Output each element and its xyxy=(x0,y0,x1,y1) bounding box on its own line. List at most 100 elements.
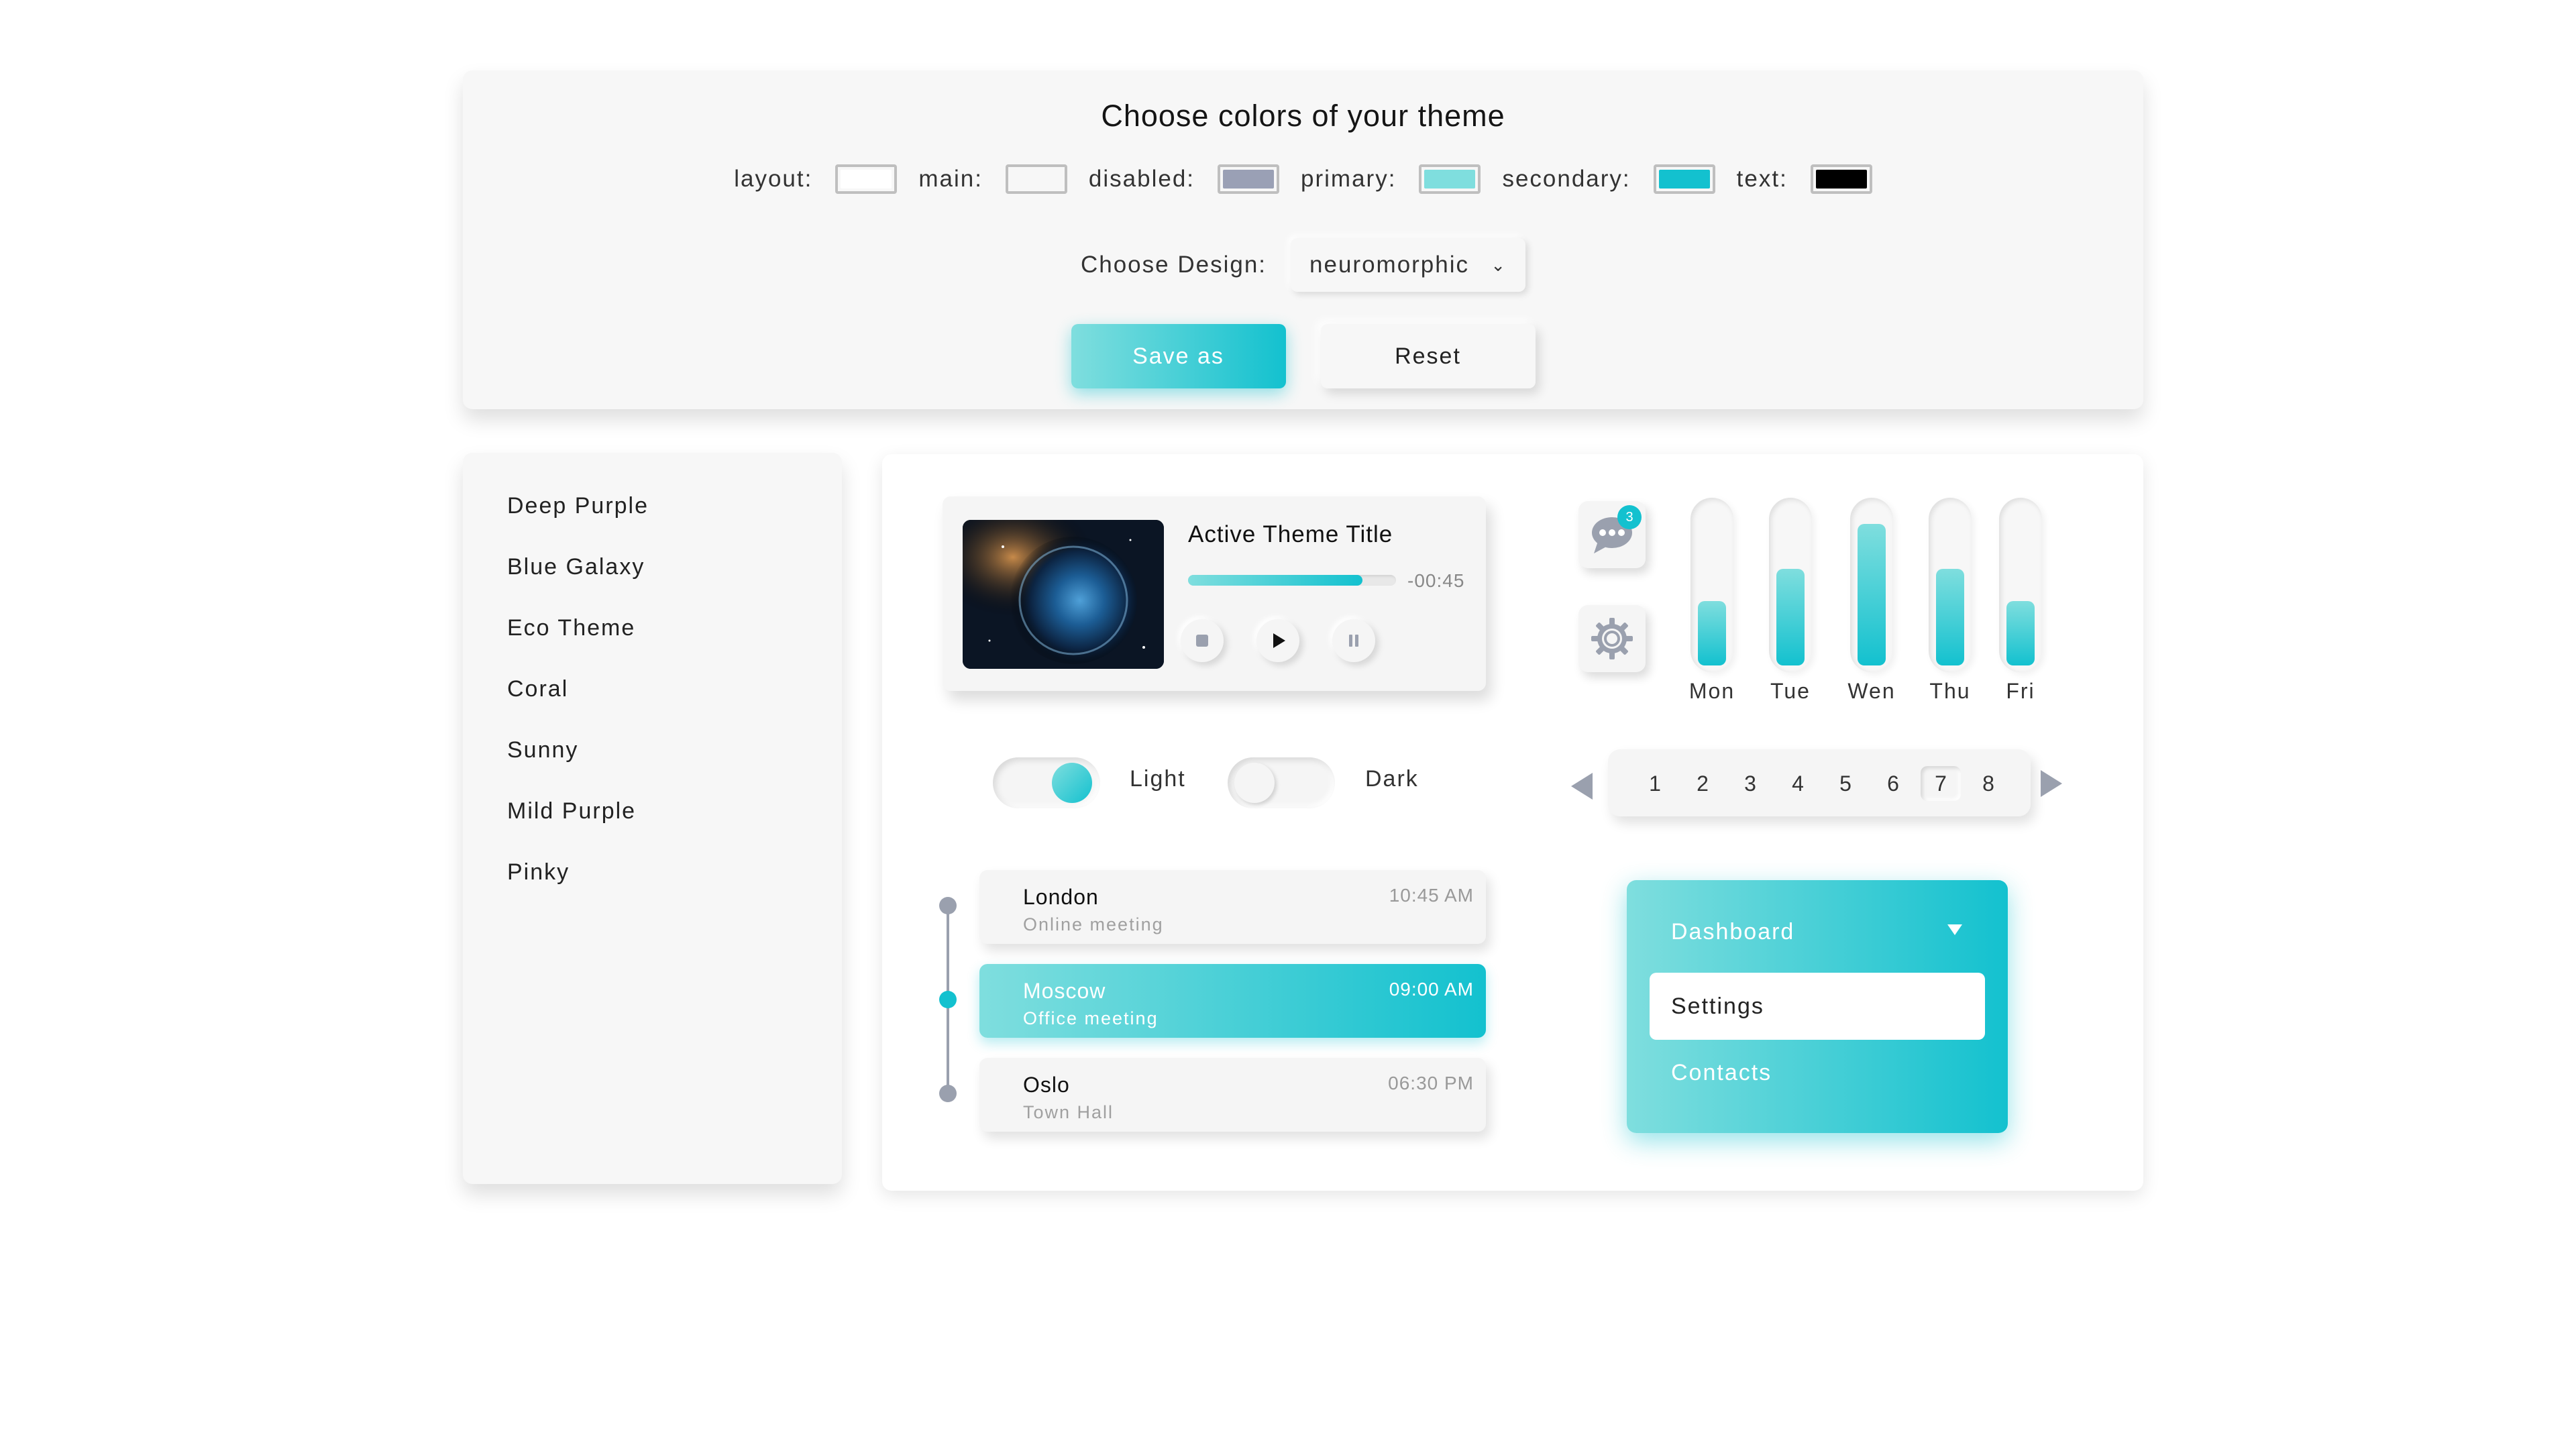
bar-wen xyxy=(1850,498,1893,672)
menu-item-settings[interactable]: Settings xyxy=(1650,973,1985,1040)
design-label: Choose Design: xyxy=(1080,252,1267,278)
notification-badge: 3 xyxy=(1617,505,1642,529)
album-cover-image xyxy=(963,520,1164,669)
pause-icon xyxy=(1349,635,1358,647)
event-oslo[interactable]: Oslo Town Hall 06:30 PM xyxy=(979,1058,1486,1132)
theme-panel-title: Choose colors of your theme xyxy=(1101,99,1505,133)
theme-item-coral[interactable]: Coral xyxy=(507,676,568,702)
page-5[interactable]: 5 xyxy=(1825,766,1866,801)
gear-icon xyxy=(1591,618,1633,659)
event-description: Town Hall xyxy=(1023,1102,1114,1122)
event-description: Office meeting xyxy=(1023,1008,1159,1028)
design-select[interactable]: neuromorphic ⌄ xyxy=(1291,238,1526,292)
event-city: Oslo xyxy=(1023,1073,1070,1097)
save-as-button[interactable]: Save as xyxy=(1071,324,1286,388)
page-6[interactable]: 6 xyxy=(1873,766,1913,801)
timeline-dot xyxy=(939,897,957,914)
page-4[interactable]: 4 xyxy=(1778,766,1818,801)
bar-fill-fri xyxy=(2006,601,2035,665)
stop-button[interactable] xyxy=(1181,619,1224,662)
light-label: Light xyxy=(1130,766,1186,792)
swatch-secondary[interactable] xyxy=(1653,164,1715,194)
dark-toggle[interactable] xyxy=(1228,757,1335,808)
chat-button[interactable]: 3 xyxy=(1578,501,1646,568)
event-description: Online meeting xyxy=(1023,914,1164,934)
dark-label: Dark xyxy=(1365,766,1419,792)
swatch-layout-label: layout: xyxy=(734,166,813,192)
bar-label-mon: Mon xyxy=(1688,679,1735,703)
bar-fill-wen xyxy=(1858,524,1886,665)
swatch-layout-group: layout: xyxy=(734,164,898,194)
progress-bar[interactable] xyxy=(1188,575,1396,586)
bar-fill-thu xyxy=(1936,569,1964,665)
swatch-layout[interactable] xyxy=(835,164,898,194)
bar-label-wen: Wen xyxy=(1847,679,1896,703)
reset-button[interactable]: Reset xyxy=(1320,324,1536,388)
swatch-secondary-group: secondary: xyxy=(1502,164,1715,194)
bar-mon xyxy=(1690,498,1733,672)
theme-item-pinky[interactable]: Pinky xyxy=(507,859,570,885)
bar-label-fri: Fri xyxy=(2006,679,2035,703)
theme-list: Deep Purple Blue Galaxy Eco Theme Coral … xyxy=(463,453,842,1184)
caret-down-icon[interactable] xyxy=(1947,924,1962,935)
dark-toggle-knob xyxy=(1234,763,1275,803)
theme-item-eco-theme[interactable]: Eco Theme xyxy=(507,615,635,641)
play-button[interactable] xyxy=(1256,619,1299,662)
play-icon xyxy=(1273,633,1285,648)
settings-button[interactable] xyxy=(1578,605,1646,672)
chevron-down-icon: ⌄ xyxy=(1491,254,1507,275)
theme-item-deep-purple[interactable]: Deep Purple xyxy=(507,493,649,519)
stop-icon xyxy=(1196,635,1208,647)
timeline-dot xyxy=(939,1085,957,1102)
track-title: Active Theme Title xyxy=(1188,521,1393,547)
bar-label-thu: Thu xyxy=(1929,679,1971,703)
swatch-primary-group: primary: xyxy=(1301,164,1481,194)
page-1[interactable]: 1 xyxy=(1635,766,1675,801)
swatch-disabled-label: disabled: xyxy=(1088,166,1195,192)
bar-thu xyxy=(1929,498,1972,672)
swatch-main[interactable] xyxy=(1005,164,1067,194)
menu-item-dashboard[interactable]: Dashboard xyxy=(1671,919,1794,945)
swatch-main-group: main: xyxy=(918,164,1067,194)
theme-item-sunny[interactable]: Sunny xyxy=(507,737,578,763)
theme-item-mild-purple[interactable]: Mild Purple xyxy=(507,798,636,824)
page-8[interactable]: 8 xyxy=(1968,766,2008,801)
swatch-text[interactable] xyxy=(1810,164,1872,194)
bar-fri xyxy=(1999,498,2042,672)
light-toggle[interactable] xyxy=(993,757,1100,808)
theme-color-panel: Choose colors of your theme layout: main… xyxy=(463,70,2143,409)
pagination: 1 2 3 4 5 6 7 8 xyxy=(1608,749,2031,816)
event-city: Moscow xyxy=(1023,979,1106,1003)
menu-item-contacts[interactable]: Contacts xyxy=(1671,1060,1772,1086)
bar-fill-tue xyxy=(1776,569,1805,665)
timeline-dot xyxy=(939,991,957,1008)
event-city: London xyxy=(1023,885,1099,909)
design-row: Choose Design: neuromorphic ⌄ xyxy=(463,238,2143,292)
event-london[interactable]: London Online meeting 10:45 AM xyxy=(979,870,1486,944)
arrow-left-icon[interactable] xyxy=(1571,773,1593,800)
dropdown-menu: Dashboard Settings Contacts xyxy=(1627,880,2008,1133)
swatch-primary-label: primary: xyxy=(1301,166,1397,192)
event-moscow[interactable]: Moscow Office meeting 09:00 AM xyxy=(979,964,1486,1038)
components-panel: Active Theme Title -00:45 3 Mon Tue Wen … xyxy=(882,454,2143,1191)
swatch-primary[interactable] xyxy=(1419,164,1481,194)
action-buttons: Save as Reset xyxy=(463,324,2143,388)
pause-button[interactable] xyxy=(1332,619,1375,662)
swatch-disabled[interactable] xyxy=(1218,164,1280,194)
page-7[interactable]: 7 xyxy=(1921,766,1961,801)
event-time: 06:30 PM xyxy=(1388,1073,1474,1093)
media-player: Active Theme Title -00:45 xyxy=(943,496,1486,691)
page-2[interactable]: 2 xyxy=(1682,766,1723,801)
swatch-main-label: main: xyxy=(918,166,983,192)
bar-label-tue: Tue xyxy=(1770,679,1811,703)
light-toggle-knob xyxy=(1052,763,1092,803)
event-time: 10:45 AM xyxy=(1389,885,1474,906)
page-3[interactable]: 3 xyxy=(1730,766,1770,801)
swatch-text-label: text: xyxy=(1736,166,1788,192)
swatch-text-group: text: xyxy=(1737,164,1872,194)
arrow-right-icon[interactable] xyxy=(2041,770,2062,797)
swatch-secondary-label: secondary: xyxy=(1502,166,1631,192)
theme-item-blue-galaxy[interactable]: Blue Galaxy xyxy=(507,554,645,580)
swatch-disabled-group: disabled: xyxy=(1088,164,1280,194)
progress-fill xyxy=(1188,575,1363,586)
